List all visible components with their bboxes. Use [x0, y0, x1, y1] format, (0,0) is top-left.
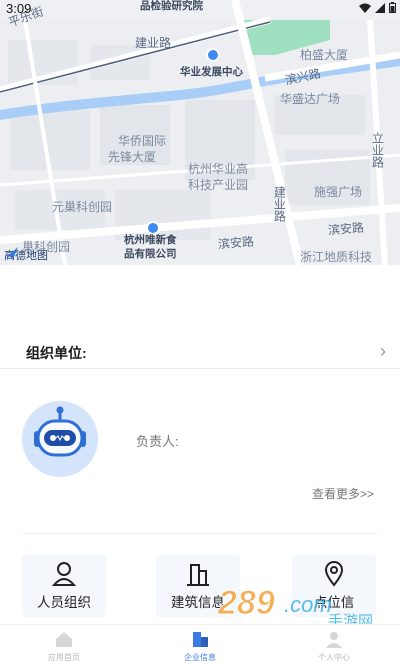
- tab-profile[interactable]: 个人中心: [284, 625, 384, 666]
- map-place-label: 元巢科创园: [52, 200, 113, 214]
- svg-text:.com: .com: [284, 592, 332, 617]
- tab-enterprise[interactable]: 企业信息: [150, 625, 250, 666]
- map-road-label: 立业路: [370, 132, 385, 168]
- divider: [22, 533, 378, 534]
- signal-icon: [375, 2, 385, 13]
- map-pin-icon[interactable]: [146, 221, 160, 235]
- tab-label: 企业信息: [184, 653, 216, 662]
- map-road-label: 建业路: [272, 186, 287, 222]
- org-unit-row[interactable]: 组织单位: ›: [0, 335, 400, 369]
- battery-icon: [389, 2, 396, 13]
- tile-personnel[interactable]: 人员组织: [22, 555, 106, 617]
- map-pin-icon[interactable]: [206, 48, 220, 62]
- map-place-label: 施强广场: [314, 185, 363, 199]
- person-icon: [52, 562, 76, 586]
- org-unit-label: 组织单位:: [26, 345, 87, 361]
- amap-logo: 高德地图: [4, 247, 48, 263]
- tab-label: 应用首页: [48, 653, 80, 662]
- robot-avatar: [22, 401, 98, 477]
- enterprise-icon: [193, 632, 208, 647]
- building-icon: [187, 564, 209, 586]
- view-more-link[interactable]: 查看更多>>: [312, 485, 374, 502]
- chevron-right-icon[interactable]: ›: [380, 341, 386, 362]
- svg-text:289: 289: [218, 584, 275, 622]
- status-time: 3:09: [6, 1, 32, 16]
- tile-label: 人员组织: [37, 595, 91, 610]
- tab-label: 个人中心: [318, 653, 350, 662]
- map-place-label: 杭州华业高: [188, 162, 249, 176]
- status-icons: [359, 2, 396, 13]
- map-poi-label: 品有限公司: [124, 248, 177, 260]
- map-poi-label: 华业发展中心: [180, 66, 243, 78]
- navigation-arrow-icon: [4, 247, 18, 259]
- map-place-label: 科技产业园: [188, 178, 249, 192]
- status-bar: 3:09: [0, 0, 400, 16]
- profile-icon: [326, 632, 342, 648]
- map-place-label: 华侨国际: [118, 134, 167, 148]
- bottom-tab-bar: 应用首页 企业信息 个人中心: [0, 624, 400, 666]
- watermark-graphic: 289 .com 手游网: [217, 584, 374, 631]
- robot-icon: [34, 406, 86, 457]
- wifi-icon: [359, 3, 371, 13]
- org-info-panel: 组织单位: › 负责人: 查看更多>> 人员组织 建筑信息 点位信: [0, 265, 400, 625]
- tab-home[interactable]: 应用首页: [14, 625, 114, 666]
- map-place-label: 柏盛大厦: [300, 48, 349, 62]
- responsible-person-label: 负责人:: [136, 434, 179, 449]
- home-icon: [56, 632, 72, 647]
- map-place-label: 华盛达广场: [280, 92, 341, 106]
- map-view[interactable]: 平乐街 建业路 滨兴路 立业路 建业路 滨安路 滨安路 品检验研究院 华业发展中…: [0, 0, 400, 265]
- map-place-label: 浙江地质科技: [300, 250, 373, 264]
- map-road-label: 建业路: [135, 36, 172, 50]
- map-poi-label: 杭州唯新食: [124, 234, 177, 246]
- map-place-label: 先锋大厦: [108, 150, 157, 164]
